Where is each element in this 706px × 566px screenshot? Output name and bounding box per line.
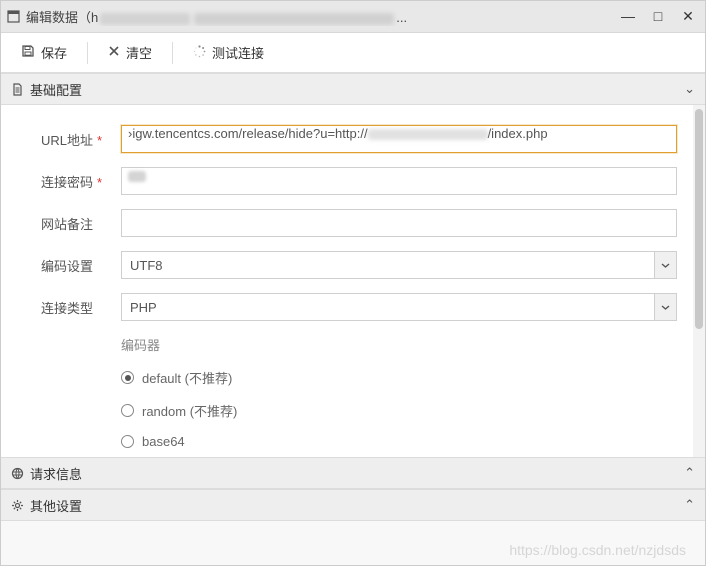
radio-icon — [121, 404, 134, 417]
gear-icon — [11, 499, 24, 512]
loading-icon — [193, 45, 206, 61]
encoder-title: 编码器 — [121, 335, 677, 354]
conn-type-select[interactable]: PHP — [121, 293, 677, 321]
toolbar-separator — [87, 42, 88, 64]
save-label: 保存 — [41, 43, 67, 62]
watermark: https://blog.csdn.net/nzjdsds — [509, 542, 686, 558]
encoding-value: UTF8 — [130, 258, 654, 273]
radio-icon — [121, 371, 134, 384]
clear-label: 清空 — [126, 43, 152, 62]
chevron-down-icon — [654, 252, 676, 278]
panel-body-basic: URL地址* ›igw.tencentcs.com/release/hide?u… — [1, 105, 705, 457]
chevron-up-icon: ⌃ — [684, 497, 695, 513]
panel-title-basic: 基础配置 — [30, 80, 82, 99]
encoder-option-label: random (不推荐) — [142, 401, 237, 420]
encoder-option-default[interactable]: default (不推荐) — [121, 368, 677, 387]
encoding-select[interactable]: UTF8 — [121, 251, 677, 279]
toolbar: 保存 清空 测试连接 — [1, 33, 705, 73]
scrollbar[interactable] — [693, 105, 705, 457]
titlebar: 编辑数据（h... — □ ✕ — [1, 1, 705, 33]
note-label: 网站备注 — [41, 214, 121, 233]
test-connection-label: 测试连接 — [212, 43, 264, 62]
conn-type-value: PHP — [130, 300, 654, 315]
clear-icon — [108, 45, 120, 60]
file-icon — [11, 83, 24, 96]
encoder-option-random[interactable]: random (不推荐) — [121, 401, 677, 420]
note-input[interactable] — [121, 209, 677, 237]
chevron-down-icon — [654, 294, 676, 320]
panel-title-other: 其他设置 — [30, 496, 82, 515]
browser-icon — [11, 467, 24, 480]
save-button[interactable]: 保存 — [9, 37, 79, 68]
conn-type-label: 连接类型 — [41, 298, 121, 317]
toolbar-separator — [172, 42, 173, 64]
panel-header-other[interactable]: 其他设置 ⌃ — [1, 489, 705, 521]
encoder-option-label: default (不推荐) — [142, 368, 232, 387]
url-label: URL地址* — [41, 130, 121, 149]
chevron-down-icon: ⌄ — [684, 81, 695, 97]
encoder-option-label: base64 — [142, 434, 185, 449]
chevron-up-icon: ⌃ — [684, 465, 695, 481]
password-input[interactable] — [121, 167, 677, 195]
minimize-button[interactable]: — — [617, 8, 639, 25]
panel-title-request: 请求信息 — [30, 464, 82, 483]
password-label: 连接密码* — [41, 172, 121, 191]
encoding-label: 编码设置 — [41, 256, 121, 275]
radio-icon — [121, 435, 134, 448]
encoder-option-base64[interactable]: base64 — [121, 434, 677, 449]
window-title: 编辑数据（h... — [26, 7, 617, 26]
panel-header-basic[interactable]: 基础配置 ⌄ — [1, 73, 705, 105]
url-input[interactable]: ›igw.tencentcs.com/release/hide?u=http:/… — [121, 125, 677, 153]
maximize-button[interactable]: □ — [647, 8, 669, 25]
test-connection-button[interactable]: 测试连接 — [181, 37, 276, 68]
save-icon — [21, 44, 35, 61]
panel-header-request[interactable]: 请求信息 ⌃ — [1, 457, 705, 489]
window-icon — [7, 10, 20, 23]
close-button[interactable]: ✕ — [677, 8, 699, 25]
clear-button[interactable]: 清空 — [96, 37, 164, 68]
